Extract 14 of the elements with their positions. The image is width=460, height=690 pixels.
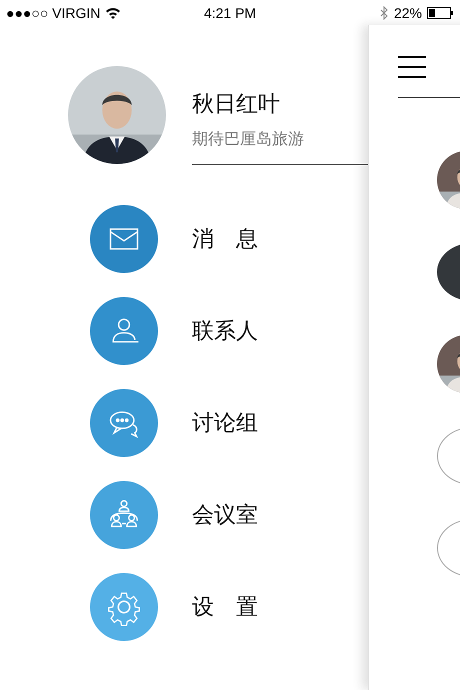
- user-name: 秋日红叶: [192, 91, 281, 119]
- wifi-icon: [105, 6, 122, 18]
- bluetooth-icon: [380, 6, 389, 20]
- menu-icon[interactable]: [398, 56, 426, 78]
- battery-icon: [427, 6, 454, 18]
- menu-item[interactable]: 消 息: [192, 224, 258, 254]
- menu-item[interactable]: 联系人: [192, 316, 258, 346]
- user-status: 期待巴厘岛旅游: [192, 129, 305, 150]
- battery-percent: 22%: [394, 4, 422, 20]
- carrier-text: ●●●○○ VIRGIN: [6, 4, 100, 20]
- status-time: 4:21 PM: [204, 4, 256, 20]
- menu-item[interactable]: 讨论组: [192, 408, 258, 438]
- menu-item[interactable]: 会议室: [192, 500, 258, 530]
- menu-item[interactable]: 设 置: [192, 592, 258, 622]
